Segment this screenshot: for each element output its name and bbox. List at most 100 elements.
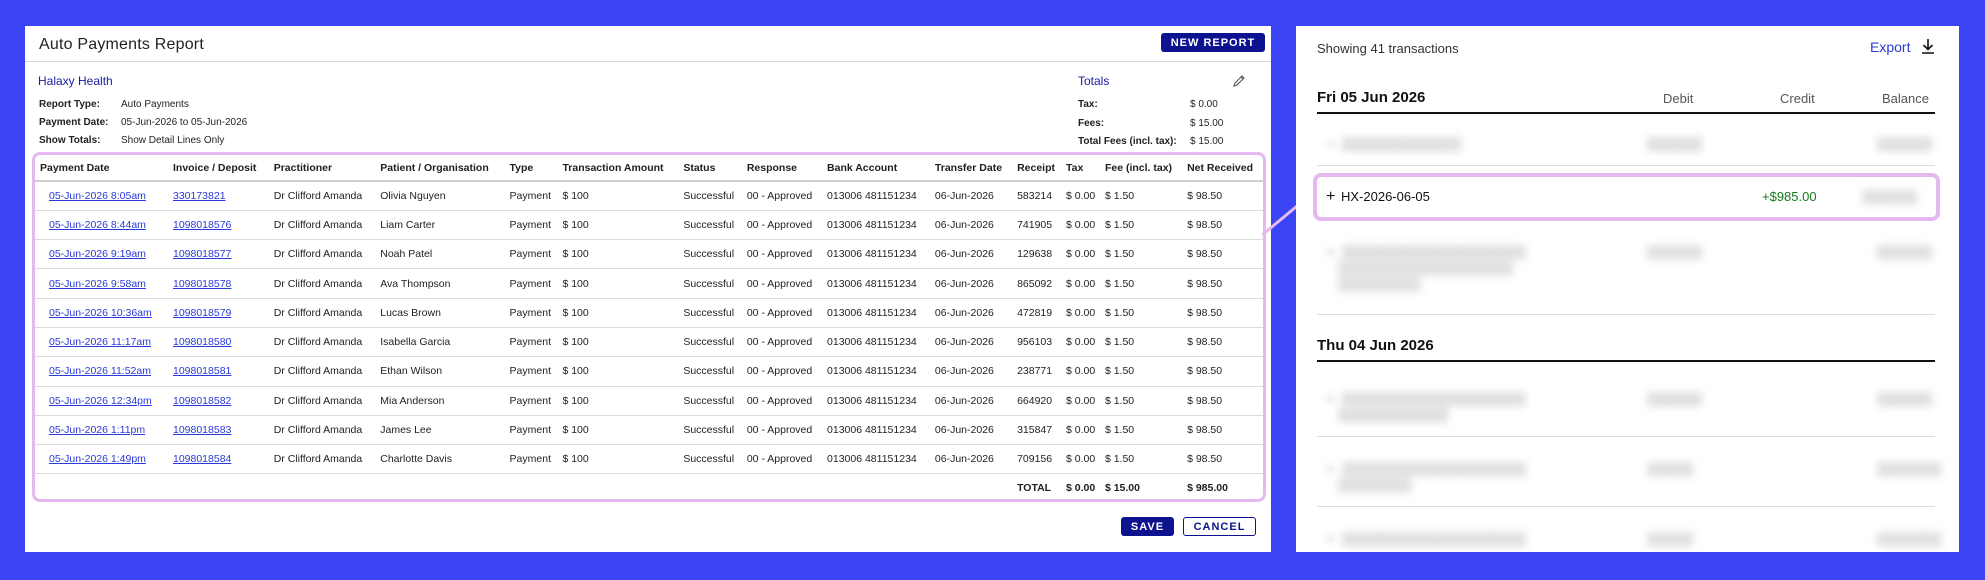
- invoice-link[interactable]: 1098018576: [167, 210, 269, 241]
- table-row: 05-Jun-2026 8:44am 1098018576 Dr Clifford …: [35, 210, 1263, 241]
- table-cell: 00 - Approved: [741, 298, 823, 328]
- totals-total-fees-value: $ 15.00: [1190, 136, 1224, 147]
- empty-cell: [557, 474, 678, 502]
- table-cell: $ 100: [557, 210, 679, 241]
- payment-date-link[interactable]: 05-Jun-2026 8:44am: [35, 210, 168, 241]
- column-header: Patient / Organisation: [375, 155, 505, 182]
- table-cell: 664920: [1012, 386, 1061, 416]
- payment-date-link[interactable]: 05-Jun-2026 1:49pm: [35, 444, 168, 475]
- plus-icon[interactable]: +: [1326, 188, 1335, 206]
- pencil-icon[interactable]: [1232, 74, 1246, 88]
- invoice-link[interactable]: 1098018583: [167, 415, 269, 446]
- new-report-button[interactable]: NEW REPORT: [1161, 33, 1265, 52]
- table-cell: 238771: [1012, 356, 1061, 387]
- totals-fees: Fees: $ 15.00: [1078, 118, 1223, 129]
- day-date: Thu 04 Jun 2026: [1317, 337, 1434, 354]
- table-cell: $ 100: [557, 386, 679, 416]
- table-cell: Successful: [678, 268, 742, 299]
- table-cell: $ 1.50: [1099, 239, 1183, 270]
- table-cell: 06-Jun-2026: [929, 386, 1013, 416]
- table-cell: $ 100: [557, 444, 679, 475]
- table-cell: 06-Jun-2026: [929, 298, 1013, 328]
- invoice-link[interactable]: 1098018579: [167, 298, 269, 328]
- report-header: Auto Payments Report NEW REPORT: [25, 26, 1271, 62]
- payments-table: Payment Date Invoice / Deposit Practitione…: [35, 155, 1263, 502]
- table-cell: 013006 481151234: [822, 386, 930, 416]
- table-cell: $ 98.50: [1182, 444, 1263, 475]
- row-divider: [1317, 436, 1935, 437]
- cancel-button[interactable]: CANCEL: [1183, 517, 1256, 536]
- column-header: Bank Account: [822, 155, 930, 182]
- table-cell: $ 1.50: [1099, 356, 1183, 387]
- table-cell: $ 0.00: [1060, 386, 1100, 416]
- total-net: $ 985.00: [1187, 482, 1228, 495]
- empty-cell: [168, 474, 269, 502]
- table-cell: Ava Thompson: [375, 268, 505, 299]
- invoice-link[interactable]: 1098018582: [167, 386, 269, 416]
- table-cell: $ 0.00: [1060, 327, 1100, 358]
- table-cell: Dr Clifford Amanda: [268, 356, 376, 387]
- row-divider: [1317, 314, 1935, 315]
- invoice-link[interactable]: 330173821: [167, 181, 269, 211]
- table-row: 05-Jun-2026 1:49pm 1098018584 Dr Clifford …: [35, 444, 1263, 475]
- empty-cell: [505, 474, 558, 502]
- table-row: 05-Jun-2026 9:58am 1098018578 Dr Clifford …: [35, 268, 1263, 299]
- table-cell: $ 1.50: [1099, 298, 1183, 328]
- table-cell: 865092: [1012, 268, 1061, 299]
- table-cell: Payment: [504, 415, 558, 446]
- table-row: 05-Jun-2026 8:05am 330173821 Dr Clifford A…: [35, 181, 1263, 211]
- show-totals-value: Show Detail Lines Only: [121, 135, 225, 146]
- transaction-credit: +$985.00: [1762, 189, 1817, 204]
- table-cell: 315847: [1012, 415, 1061, 446]
- table-cell: Dr Clifford Amanda: [268, 298, 376, 328]
- total-row: TOTAL $ 0.00 $ 15.00 $ 985.00: [35, 474, 1263, 502]
- payment-date-link[interactable]: 05-Jun-2026 10:36am: [35, 298, 168, 328]
- table-body: 05-Jun-2026 8:05am 330173821 Dr Clifford A…: [35, 181, 1263, 502]
- table-cell: $ 100: [557, 415, 679, 446]
- invoice-link[interactable]: 1098018577: [167, 239, 269, 270]
- total-tax: $ 0.00: [1065, 482, 1096, 495]
- empty-cell: [822, 474, 930, 502]
- table-cell: Payment: [504, 210, 558, 241]
- payment-date-link[interactable]: 05-Jun-2026 9:58am: [35, 268, 168, 299]
- payment-date-link[interactable]: 05-Jun-2026 9:19am: [35, 239, 168, 270]
- payment-date-link[interactable]: 05-Jun-2026 11:52am: [35, 356, 168, 387]
- payment-date-link[interactable]: 05-Jun-2026 11:17am: [35, 327, 168, 358]
- bank-transactions-panel: Showing 41 transactions Export Fri 05 Ju…: [1296, 26, 1959, 552]
- report-type-value: Auto Payments: [121, 99, 189, 110]
- table-cell: Successful: [678, 239, 742, 270]
- highlighted-transaction-row[interactable]: + HX-2026-06-05 +$985.00 ▒▒▒▒▒▒: [1313, 173, 1940, 221]
- table-cell: $ 98.50: [1182, 327, 1263, 358]
- row-divider: [1317, 165, 1935, 166]
- table-cell: 013006 481151234: [822, 415, 930, 446]
- day-header: Thu 04 Jun 2026: [1317, 332, 1935, 362]
- payment-date-link[interactable]: 05-Jun-2026 8:05am: [35, 181, 168, 211]
- table-cell: 06-Jun-2026: [929, 210, 1013, 241]
- table-cell: Lucas Brown: [375, 298, 505, 328]
- table-cell: 06-Jun-2026: [929, 268, 1013, 299]
- export-link[interactable]: Export: [1870, 39, 1910, 55]
- invoice-link[interactable]: 1098018578: [167, 268, 269, 299]
- payment-date-link[interactable]: 05-Jun-2026 1:11pm: [35, 415, 168, 446]
- table-cell: James Lee: [375, 415, 505, 446]
- table-cell: Payment: [504, 181, 558, 211]
- column-header: Payment Date: [35, 155, 168, 182]
- column-header: Net Received: [1182, 155, 1263, 182]
- table-cell: Successful: [678, 356, 742, 387]
- invoice-link[interactable]: 1098018580: [167, 327, 269, 358]
- save-button[interactable]: SAVE: [1121, 517, 1174, 536]
- table-cell: Successful: [678, 444, 742, 475]
- row-divider: [1317, 506, 1935, 507]
- download-icon[interactable]: [1919, 37, 1937, 55]
- payment-date-link[interactable]: 05-Jun-2026 12:34pm: [35, 386, 168, 416]
- table-cell: $ 0.00: [1060, 268, 1100, 299]
- table-cell: Dr Clifford Amanda: [268, 181, 376, 211]
- table-cell: 472819: [1012, 298, 1061, 328]
- invoice-link[interactable]: 1098018584: [167, 444, 269, 475]
- total-fee: $ 15.00: [1104, 482, 1140, 495]
- column-header: Invoice / Deposit: [167, 155, 269, 182]
- invoice-link[interactable]: 1098018581: [167, 356, 269, 387]
- table-cell: $ 98.50: [1182, 239, 1263, 270]
- credit-column-header: Credit: [1780, 91, 1815, 106]
- table-cell: 06-Jun-2026: [929, 181, 1013, 211]
